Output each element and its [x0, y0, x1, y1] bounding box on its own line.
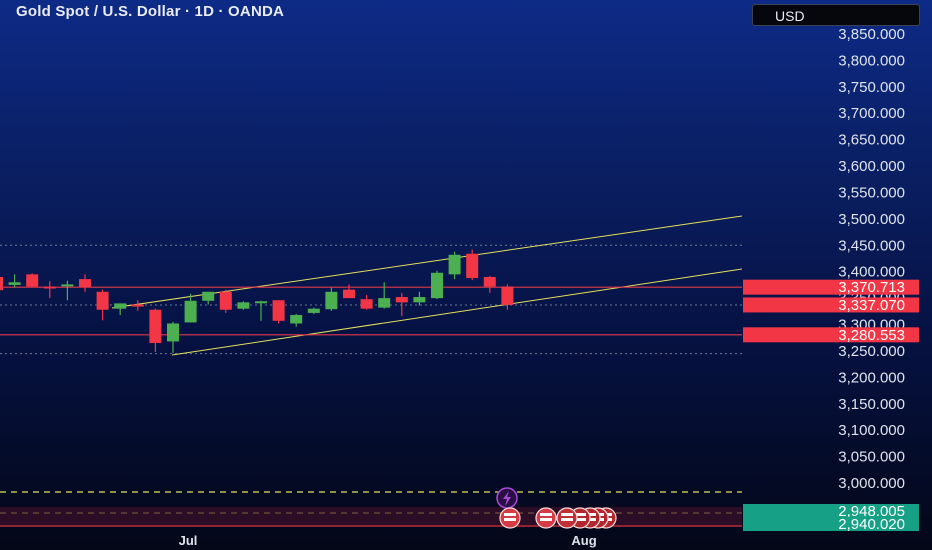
- candle[interactable]: [96, 289, 109, 321]
- candle-body: [395, 297, 408, 303]
- flag-stripe: [540, 518, 552, 521]
- candle[interactable]: [184, 293, 197, 323]
- flag-stripe: [504, 513, 516, 516]
- candle-body: [307, 308, 320, 313]
- price-tag: 3,280.553: [743, 327, 919, 344]
- candle[interactable]: [26, 273, 39, 288]
- y-axis-tick-label: 3,850.000: [838, 26, 905, 43]
- candle-body: [149, 309, 162, 344]
- y-axis-tick-label: 3,550.000: [838, 184, 905, 201]
- price-tag: 3,370.713: [743, 279, 919, 296]
- price-chart[interactable]: 3,850.000 3,800.000 3,750.000 3,700.000 3,65…: [0, 0, 932, 550]
- candle[interactable]: [272, 300, 285, 324]
- candle-body: [8, 282, 21, 285]
- candle-body: [413, 297, 426, 303]
- candle-body: [290, 315, 303, 324]
- candle[interactable]: [290, 313, 303, 327]
- y-axis-tick-label: 3,200.000: [838, 369, 905, 386]
- price-tag-label: 3,370.713: [838, 279, 905, 296]
- candle-body: [167, 323, 179, 342]
- candle[interactable]: [431, 270, 443, 300]
- candle[interactable]: [43, 281, 56, 299]
- candle-body: [360, 299, 373, 309]
- candle[interactable]: [202, 291, 215, 305]
- candle[interactable]: [466, 249, 479, 281]
- candle[interactable]: [237, 301, 250, 310]
- candle-body: [184, 300, 197, 323]
- candle-body: [0, 276, 3, 291]
- candle-body: [343, 289, 355, 299]
- y-axis-tick-label: 3,150.000: [838, 396, 905, 413]
- candle[interactable]: [325, 287, 338, 311]
- candle[interactable]: [307, 307, 320, 314]
- channel-lower-line[interactable]: [171, 268, 743, 356]
- candle[interactable]: [360, 294, 373, 310]
- candle[interactable]: [219, 289, 232, 313]
- candle[interactable]: [378, 282, 391, 309]
- candle-body: [131, 304, 144, 307]
- candle[interactable]: [413, 291, 426, 306]
- price-tag-label: 3,337.070: [838, 297, 905, 314]
- flag-stripe: [540, 513, 552, 516]
- y-axis-tick-label: 3,650.000: [838, 132, 905, 149]
- candle-body: [219, 291, 232, 310]
- candle-body: [237, 302, 250, 309]
- candle-body: [96, 291, 109, 310]
- candle-body: [501, 286, 514, 305]
- candle-body: [114, 303, 127, 309]
- candle[interactable]: [501, 284, 514, 310]
- y-axis-tick-label: 3,050.000: [838, 449, 905, 466]
- x-axis-label: Aug: [571, 533, 596, 548]
- candle[interactable]: [255, 300, 267, 321]
- price-tag-label: 3,280.553: [838, 327, 905, 344]
- y-axis-tick-label: 3,250.000: [838, 343, 905, 360]
- x-axis-label: Jul: [179, 533, 198, 548]
- candle[interactable]: [79, 274, 91, 292]
- y-axis-tick-label: 3,500.000: [838, 211, 905, 228]
- lightning-event-icon[interactable]: [496, 487, 518, 509]
- price-tag: 3,337.070: [743, 297, 919, 314]
- candle-body: [202, 291, 215, 301]
- y-axis-tick-label: 3,400.000: [838, 264, 905, 281]
- candle-body: [255, 301, 267, 304]
- candle[interactable]: [448, 251, 461, 280]
- candle[interactable]: [8, 274, 21, 288]
- candle-body: [43, 286, 56, 289]
- y-axis-tick-label: 3,100.000: [838, 422, 905, 439]
- flag-stripe: [504, 518, 516, 521]
- candle-body: [325, 291, 338, 310]
- candle-body: [272, 300, 285, 321]
- candle[interactable]: [149, 308, 162, 352]
- candle[interactable]: [114, 303, 127, 316]
- candle[interactable]: [167, 321, 179, 354]
- candle[interactable]: [0, 269, 3, 291]
- flag-stripe: [561, 513, 573, 516]
- candle-body: [61, 284, 74, 287]
- candle-body: [466, 253, 479, 279]
- indicator-band: [0, 507, 742, 527]
- y-axis-tick-label: 3,800.000: [838, 52, 905, 69]
- candle-body: [448, 254, 461, 275]
- y-axis-tick-label: 3,700.000: [838, 105, 905, 122]
- indicator-price-tag: 2,940.020: [743, 516, 919, 533]
- candle-body: [378, 298, 391, 308]
- candle[interactable]: [483, 275, 496, 293]
- flag-stripe: [561, 518, 573, 521]
- indicator-price-tag-label: 2,940.020: [838, 516, 905, 533]
- candle-body: [79, 279, 91, 288]
- candle[interactable]: [61, 280, 74, 301]
- candle-body: [431, 272, 443, 299]
- candle-body: [26, 274, 39, 287]
- y-axis-tick-label: 3,000.000: [838, 475, 905, 492]
- candle-body: [483, 276, 496, 287]
- y-axis-tick-label: 3,600.000: [838, 158, 905, 175]
- candle[interactable]: [131, 300, 144, 311]
- candle[interactable]: [343, 284, 355, 299]
- y-axis-tick-label: 3,750.000: [838, 79, 905, 96]
- y-axis-tick-label: 3,450.000: [838, 237, 905, 254]
